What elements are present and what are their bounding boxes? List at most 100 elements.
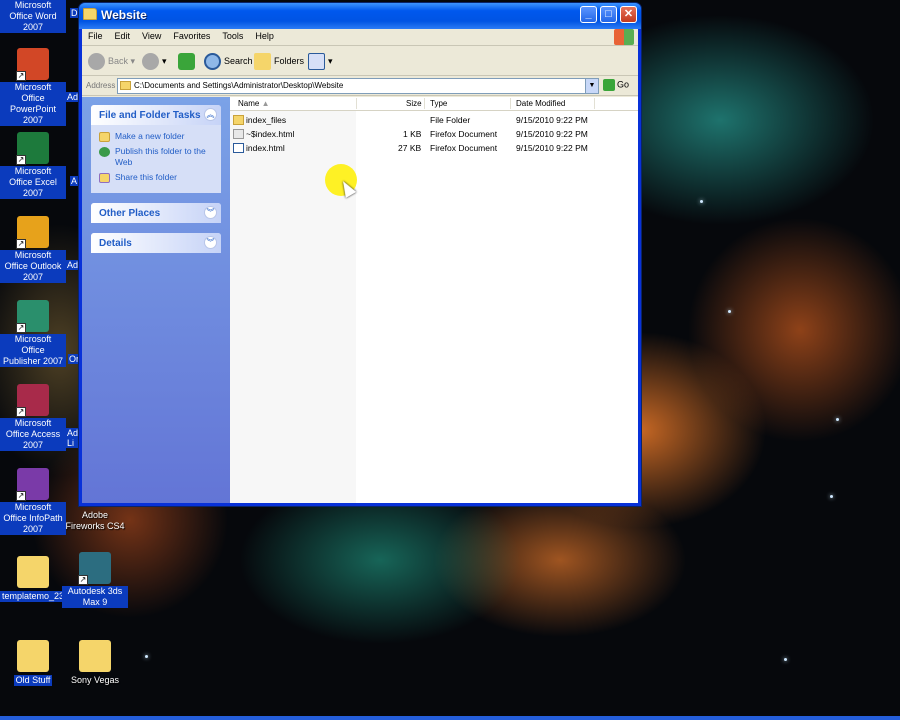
forward-button[interactable]: ▾	[142, 51, 167, 71]
chevron-up-icon[interactable]: ︽	[204, 108, 217, 121]
sort-ascending-icon: ▲	[261, 99, 270, 108]
desktop-icon-label: Microsoft Office PowerPoint 2007	[0, 82, 66, 126]
menu-favorites[interactable]: Favorites	[167, 29, 216, 41]
toolbar: Back ▾ ▾ Search Folders ▾	[82, 46, 638, 76]
address-input[interactable]: C:\Documents and Settings\Administrator\…	[117, 78, 599, 94]
file-type: Firefox Document	[430, 129, 498, 139]
menu-view[interactable]: View	[136, 29, 167, 41]
desktop-icon-label: Microsoft Office Publisher 2007	[0, 334, 66, 367]
column-separator[interactable]	[510, 98, 511, 109]
column-type[interactable]: Type	[430, 99, 447, 108]
star-decoration	[830, 495, 833, 498]
views-icon	[308, 53, 325, 71]
desktop-icon-label: Microsoft Office Access 2007	[0, 418, 66, 451]
details-panel: Details ︾	[91, 233, 221, 253]
publisher-icon: ↗	[16, 300, 49, 333]
desktop-icon-infopath[interactable]: ↗ Microsoft Office InfoPath 2007	[0, 468, 66, 535]
outlook-icon: ↗	[16, 216, 49, 249]
3ds-max-icon: ↗	[78, 552, 111, 585]
desktop-icon-label: Autodesk 3ds Max 9	[62, 586, 128, 608]
file-name: ~$index.html	[246, 129, 295, 139]
panel-title: Details	[99, 238, 132, 249]
desktop-icon-powerpoint[interactable]: ↗ Microsoft Office PowerPoint 2007	[0, 48, 66, 126]
excel-icon: ↗	[16, 132, 49, 165]
desktop-icon-old-stuff[interactable]: Old Stuff	[0, 640, 66, 686]
go-arrow-icon	[603, 79, 615, 91]
file-size: 27 KB	[398, 143, 422, 153]
file-list: Name ▲ Size Type Date Modified index_fil…	[230, 97, 638, 503]
access-icon: ↗	[16, 384, 49, 417]
address-dropdown-button[interactable]: ▼	[585, 79, 598, 93]
panel-header[interactable]: Details ︾	[91, 233, 221, 253]
desktop-icon-templatemo[interactable]: templatemo_23...	[0, 556, 74, 602]
column-separator[interactable]	[594, 98, 595, 109]
task-pane: File and Folder Tasks ︽ Make a new folde…	[82, 97, 230, 503]
file-folder-tasks-panel: File and Folder Tasks ︽ Make a new folde…	[91, 105, 221, 193]
star-decoration	[784, 658, 787, 661]
file-date: 9/15/2010 9:22 PM	[516, 129, 588, 139]
folder-icon	[83, 8, 97, 20]
views-button[interactable]: ▾	[308, 51, 333, 71]
desktop-icon-label: Microsoft Office Outlook 2007	[0, 250, 66, 283]
panel-header[interactable]: File and Folder Tasks ︽	[91, 105, 221, 125]
folder-icon	[120, 81, 131, 90]
column-separator[interactable]	[356, 98, 357, 109]
up-arrow-icon	[178, 53, 195, 71]
file-row[interactable]: index.html 27 KB Firefox Document 9/15/2…	[230, 141, 638, 155]
desktop-icon-publisher[interactable]: ↗ Microsoft Office Publisher 2007	[0, 300, 66, 367]
back-button[interactable]: Back ▾	[88, 51, 135, 71]
html-icon	[233, 143, 244, 153]
menu-file[interactable]: File	[82, 29, 109, 41]
forward-arrow-icon	[142, 53, 159, 71]
column-size[interactable]: Size	[406, 99, 422, 108]
task-publish-folder[interactable]: Publish this folder to the Web	[99, 146, 213, 168]
file-date: 9/15/2010 9:22 PM	[516, 143, 588, 153]
chevron-down-icon[interactable]: ︾	[204, 236, 217, 249]
truncated-desktop-label: Ad Li	[66, 428, 79, 448]
go-button[interactable]: Go	[603, 79, 629, 91]
search-button[interactable]: Search	[204, 51, 253, 71]
task-share-folder[interactable]: Share this folder	[99, 172, 213, 183]
globe-icon	[99, 147, 110, 157]
infopath-icon: ↗	[16, 468, 49, 501]
chevron-down-icon[interactable]: ︾	[204, 206, 217, 219]
column-date-modified[interactable]: Date Modified	[516, 99, 565, 108]
file-row[interactable]: index_files File Folder 9/15/2010 9:22 P…	[230, 113, 638, 127]
file-date: 9/15/2010 9:22 PM	[516, 115, 588, 125]
maximize-button[interactable]: □	[600, 6, 617, 23]
star-decoration	[700, 200, 703, 203]
explorer-window: Website _ □ ✕ File Edit View Favorites Tools…	[78, 2, 642, 507]
file-name: index.html	[246, 143, 285, 153]
desktop-icon-fireworks[interactable]: Adobe Fireworks CS4	[62, 510, 128, 532]
title-bar[interactable]: Website _ □ ✕	[79, 3, 641, 29]
star-decoration	[728, 310, 731, 313]
desktop-icon-outlook[interactable]: ↗ Microsoft Office Outlook 2007	[0, 216, 66, 283]
windows-logo-icon	[614, 29, 634, 45]
desktop-icon-label: Sony Vegas	[70, 675, 120, 685]
panel-header[interactable]: Other Places ︾	[91, 203, 221, 223]
column-separator[interactable]	[424, 98, 425, 109]
menu-help[interactable]: Help	[249, 29, 280, 41]
desktop-icon-access[interactable]: ↗ Microsoft Office Access 2007	[0, 384, 66, 451]
other-places-panel: Other Places ︾	[91, 203, 221, 223]
column-name[interactable]: Name ▲	[238, 99, 270, 108]
task-make-new-folder[interactable]: Make a new folder	[99, 131, 213, 142]
desktop-icon-word[interactable]: Microsoft Office Word 2007	[0, 0, 66, 33]
desktop-icon-sony-vegas[interactable]: Sony Vegas	[62, 640, 128, 686]
folder-icon	[79, 640, 111, 672]
folder-icon	[17, 640, 49, 672]
share-icon	[99, 173, 110, 183]
file-type: File Folder	[430, 115, 471, 125]
folders-button[interactable]: Folders	[254, 51, 304, 71]
menu-tools[interactable]: Tools	[216, 29, 249, 41]
star-decoration	[145, 655, 148, 658]
menu-edit[interactable]: Edit	[109, 29, 137, 41]
desktop-icon-excel[interactable]: ↗ Microsoft Office Excel 2007	[0, 132, 66, 199]
close-button[interactable]: ✕	[620, 6, 637, 23]
document-icon	[233, 129, 244, 139]
up-folder-button[interactable]	[178, 51, 198, 71]
desktop-icon-3dsmax[interactable]: ↗ Autodesk 3ds Max 9	[62, 552, 128, 608]
minimize-button[interactable]: _	[580, 6, 597, 23]
file-row[interactable]: ~$index.html 1 KB Firefox Document 9/15/…	[230, 127, 638, 141]
sorted-column-highlight	[230, 97, 356, 503]
